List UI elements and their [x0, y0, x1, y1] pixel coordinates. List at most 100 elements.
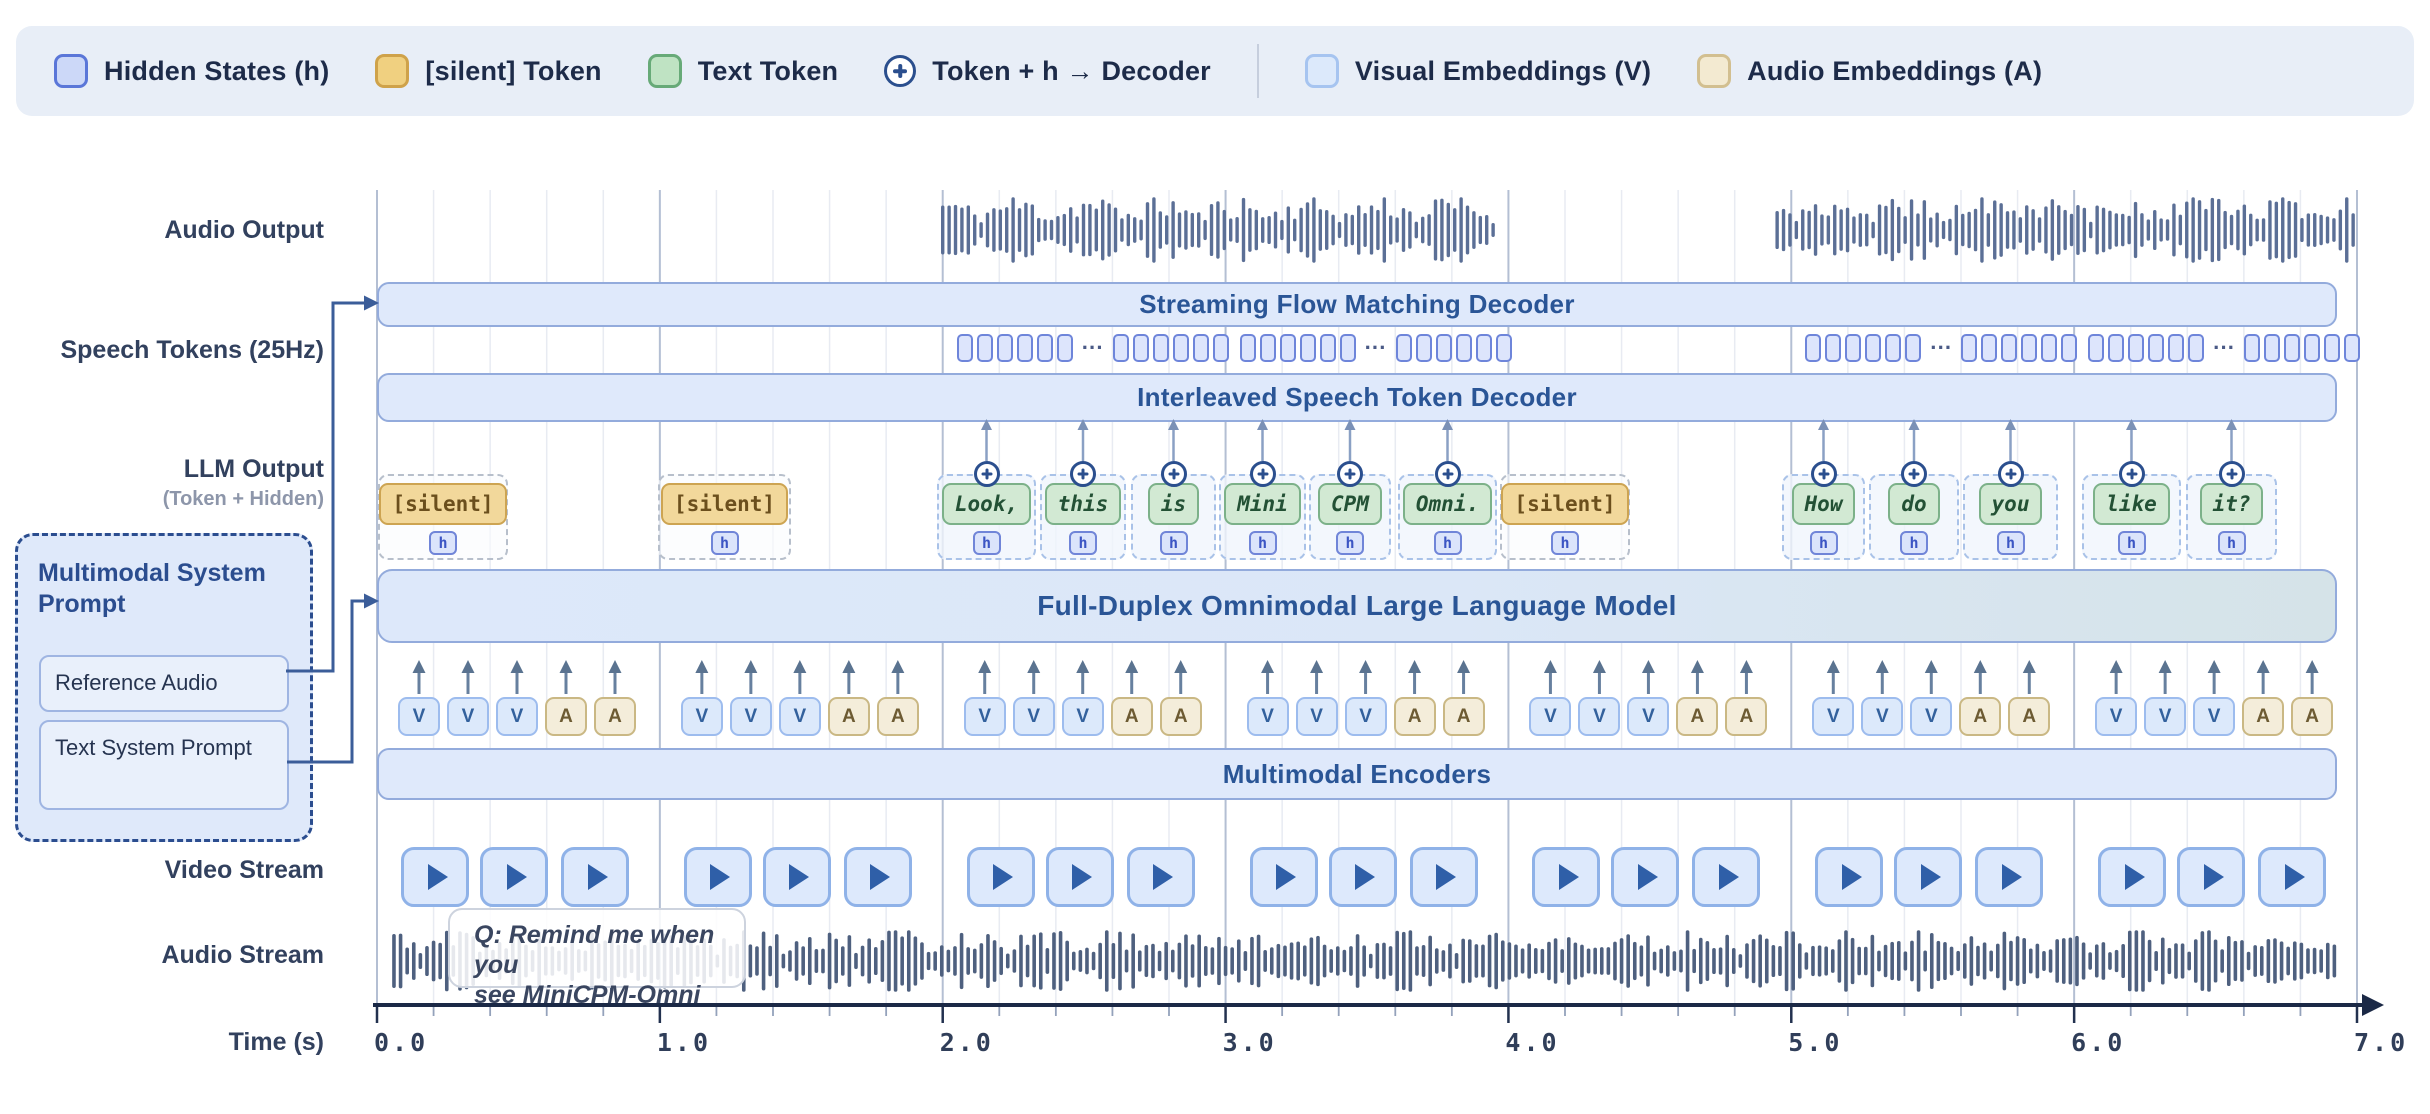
- speech-token-square: [997, 334, 1013, 362]
- speech-token-square: [1240, 334, 1256, 362]
- embedding-up-arrow-head: [1457, 660, 1470, 673]
- visual-embedding-chip: V: [1861, 697, 1903, 736]
- token-chip: Omni.: [1403, 483, 1492, 525]
- band-multimodal-encoders-label: Multimodal Encoders: [1223, 759, 1492, 790]
- plus-decoder-icon: [1998, 461, 2024, 487]
- plus-decoder-icon: [884, 55, 916, 87]
- visual-embedding-chip: V: [398, 697, 440, 736]
- audio-embedding-chip: A: [877, 697, 919, 736]
- embedding-up-arrow-head: [744, 660, 757, 673]
- speech-token-group: ···: [1240, 334, 1512, 362]
- play-icon: [1276, 864, 1296, 890]
- band-streaming-flow-matching-decoder: Streaming Flow Matching Decoder: [377, 282, 2337, 327]
- embedding-up-arrow-head: [2208, 660, 2221, 673]
- embedding-up-arrow-head: [793, 660, 806, 673]
- embedding-up-arrow-head: [1691, 660, 1704, 673]
- play-icon: [1719, 864, 1739, 890]
- embedding-up-arrow-head: [1174, 660, 1187, 673]
- speech-token-square: [1885, 334, 1901, 362]
- visual-embedding-chip: V: [1345, 697, 1387, 736]
- speech-token-square: [2001, 334, 2017, 362]
- legend-item-label: Hidden States (h): [104, 56, 329, 87]
- visual-embedding-chip: V: [1910, 697, 1952, 736]
- visual-swatch-icon: [1305, 54, 1339, 88]
- speech-token-square: [2168, 334, 2184, 362]
- plus-decoder-icon: [1337, 461, 1363, 487]
- speech-token-square: [2324, 334, 2340, 362]
- row-label-llm-output-sub: (Token + Hidden): [0, 488, 324, 511]
- audio-embedding-chip: A: [1443, 697, 1485, 736]
- video-frame-play-button: [1046, 847, 1114, 907]
- visual-embedding-chip: V: [496, 697, 538, 736]
- embedding-up-arrow-head: [609, 660, 622, 673]
- embedding-up-arrow-head: [1642, 660, 1655, 673]
- axis-tick-label: 0.0: [374, 1028, 428, 1057]
- plus-decoder-icon: [2219, 461, 2245, 487]
- embedding-up-arrow-head: [1827, 660, 1840, 673]
- play-icon: [710, 864, 730, 890]
- hidden-state-chip: h: [1249, 531, 1277, 555]
- speech-token-square: [1133, 334, 1149, 362]
- token-chip: this: [1045, 483, 1122, 525]
- embedding-up-arrow-head: [413, 660, 426, 673]
- legend-item-visual: Visual Embeddings (V): [1305, 54, 1651, 88]
- band-interleaved-speech-token-decoder-label: Interleaved Speech Token Decoder: [1137, 382, 1577, 413]
- token-chip: like: [2093, 483, 2170, 525]
- audio-embedding-chip: A: [1111, 697, 1153, 736]
- plus-decoder-icon: [1161, 461, 1187, 487]
- legend-group: Hidden States (h)[silent] TokenText Toke…: [54, 54, 1211, 88]
- hidden-state-chip: h: [711, 531, 739, 555]
- play-icon: [1072, 864, 1092, 890]
- plus-decoder-icon: [974, 461, 1000, 487]
- embedding-up-arrow-head: [2023, 660, 2036, 673]
- token-chip: you: [1979, 483, 2043, 525]
- token-chip: is: [1148, 483, 1199, 525]
- user-question-line2: see MiniCPM-Omni: [474, 980, 744, 1010]
- row-label-llm-output-main: LLM Output: [0, 455, 324, 484]
- play-icon: [1842, 864, 1862, 890]
- hidden-state-chip: h: [1069, 531, 1097, 555]
- embedding-up-arrow-head: [978, 660, 991, 673]
- token-chip: Mini: [1224, 483, 1301, 525]
- video-frame-play-button: [844, 847, 912, 907]
- token-chip: [silent]: [661, 483, 788, 525]
- video-frame-play-button: [684, 847, 752, 907]
- plus-decoder-icon: [1901, 461, 1927, 487]
- hidden-state-chip: h: [1434, 531, 1462, 555]
- speech-token-square: [2148, 334, 2164, 362]
- axis-tick-label: 3.0: [1223, 1028, 1277, 1057]
- play-icon: [428, 864, 448, 890]
- legend-item-plus: Token + h → Decoder: [884, 55, 1211, 87]
- legend-item-label: Text Token: [698, 56, 839, 87]
- speech-token-square: [1300, 334, 1316, 362]
- embedding-up-arrow-head: [1359, 660, 1372, 673]
- visual-embedding-chip: V: [1578, 697, 1620, 736]
- embedding-up-arrow-head: [842, 660, 855, 673]
- legend-item-hidden: Hidden States (h): [54, 54, 329, 88]
- axis-tick-label: 2.0: [940, 1028, 994, 1057]
- video-frame-play-button: [480, 847, 548, 907]
- llm-token-silent: [silent] h: [658, 474, 791, 560]
- speech-token-square: [2264, 334, 2280, 362]
- plus-decoder-icon: [1250, 461, 1276, 487]
- legend-item-label: Token + h → Decoder: [932, 56, 1211, 87]
- video-frame-play-button: [1127, 847, 1195, 907]
- time-axis-arrowhead: [2362, 994, 2384, 1016]
- speech-token-square: [1057, 334, 1073, 362]
- hidden-state-chip: h: [1997, 531, 2025, 555]
- hidden-state-chip: h: [429, 531, 457, 555]
- speech-token-group: ···: [957, 334, 1229, 362]
- visual-embedding-chip: V: [2193, 697, 2235, 736]
- speech-token-square: [1193, 334, 1209, 362]
- play-icon: [1921, 864, 1941, 890]
- visual-embedding-chip: V: [779, 697, 821, 736]
- embedding-up-arrow-head: [2306, 660, 2319, 673]
- token-chip: CPM: [1318, 483, 1382, 525]
- speech-token-square: [1845, 334, 1861, 362]
- play-icon: [1355, 864, 1375, 890]
- speech-token-square: [1805, 334, 1821, 362]
- user-question-bubble: Q: Remind me when you see MiniCPM-Omni: [448, 908, 746, 988]
- video-frame-play-button: [1532, 847, 1600, 907]
- visual-embedding-chip: V: [681, 697, 723, 736]
- row-label-audio-stream: Audio Stream: [0, 941, 324, 970]
